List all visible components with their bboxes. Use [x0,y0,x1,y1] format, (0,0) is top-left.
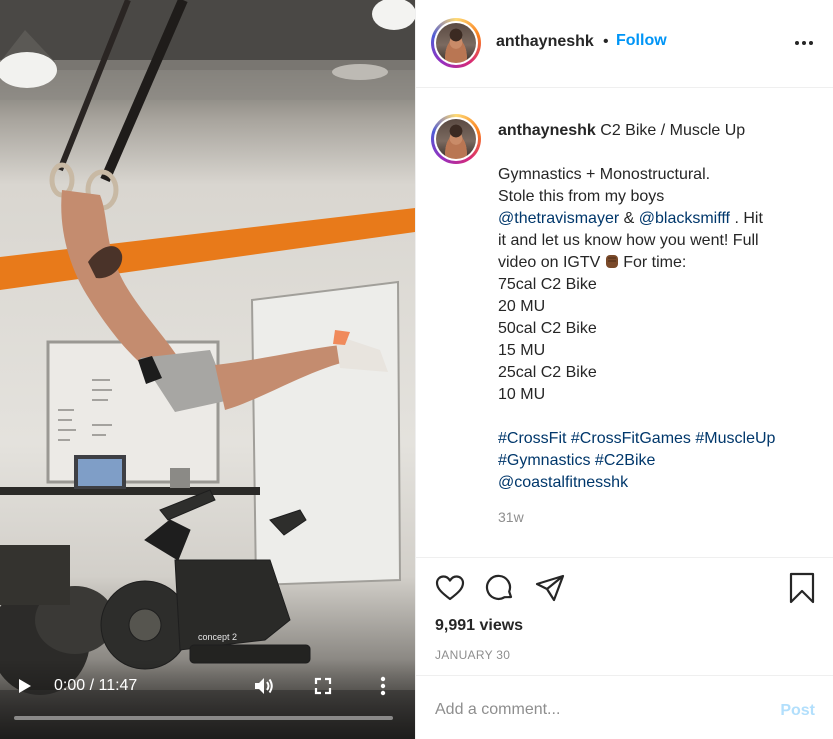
mention-link[interactable]: @blacksmifff [639,210,730,227]
header-username[interactable]: anthayneshk [496,33,594,51]
workout-item: 75cal C2 Bike [498,276,597,293]
post-comment-button[interactable]: Post [780,702,815,720]
workout-item: 20 MU [498,298,546,315]
caption-amp: & [623,210,635,227]
header-separator: • [603,33,609,50]
more-horizontal-icon [795,41,813,45]
video-player[interactable]: concept 2 0:00 / 11:47 [0,0,415,739]
share-icon [535,574,565,602]
volume-button[interactable] [252,674,276,698]
caption-line: Stole this from my boys [498,188,665,205]
avatar[interactable] [431,18,481,68]
workout-item: 15 MU [498,342,546,359]
caption-text-fragment: video on IGTV [498,254,601,271]
workout-item: 50cal C2 Bike [498,320,597,337]
caption-avatar[interactable] [431,114,481,164]
hashtag-link[interactable]: #CrossFitGames [571,430,691,447]
comment-form: Post [416,675,833,739]
follow-button[interactable]: Follow [616,32,667,50]
share-button[interactable] [534,572,566,604]
caption-username[interactable]: anthayneshk [498,122,596,139]
post-actions [416,558,833,618]
caption-text-fragment: For time: [623,254,687,271]
volume-icon [255,678,273,694]
play-button[interactable] [14,676,34,696]
caption-text: anthayneshk C2 Bike / Muscle Up Gymnasti… [498,120,818,494]
post-panel: anthayneshk • Follow anthayneshk C2 Bike… [415,0,833,739]
caption-line: Gymnastics + Monostructural. [498,166,711,183]
hashtag-link[interactable]: #MuscleUp [695,430,775,447]
mention-link[interactable]: @coastalfitnesshk [498,474,628,491]
view-count[interactable]: 9,991 views [435,617,523,635]
save-button[interactable] [786,572,818,604]
video-more-button[interactable] [377,675,389,697]
comment-input[interactable] [435,698,755,722]
hashtag-link[interactable]: #Gymnastics [498,452,590,469]
options-button[interactable] [793,34,815,52]
caption-line: it and let us know how you went! Full [498,232,759,249]
video-progress-bar[interactable] [14,716,393,720]
play-icon [19,679,31,693]
video-frame: concept 2 [0,0,415,739]
workout-item: 10 MU [498,386,546,403]
post-header: anthayneshk • Follow [416,0,833,88]
caption-text-fragment: . Hit [734,210,763,227]
profile-photo [436,119,476,159]
video-controls [0,659,415,739]
heart-icon [435,575,465,601]
caption-title: C2 Bike / Muscle Up [600,122,746,139]
fullscreen-button[interactable] [313,676,333,696]
workout-item: 25cal C2 Bike [498,364,597,381]
fullscreen-icon [314,677,332,695]
bookmark-icon [789,572,815,604]
comment-button[interactable] [484,572,516,604]
like-button[interactable] [434,572,466,604]
profile-photo [436,23,476,63]
bike-brand-text: concept 2 [198,632,237,642]
caption-area: anthayneshk C2 Bike / Muscle Up Gymnasti… [416,88,833,558]
post-date[interactable]: JANUARY 30 [435,648,510,662]
more-vertical-icon [380,676,386,696]
hashtag-link[interactable]: #C2Bike [595,452,655,469]
comment-icon [485,574,513,600]
hashtag-link[interactable]: #CrossFit [498,430,566,447]
mention-link[interactable]: @thetravismayer [498,210,619,227]
video-time: 0:00 / 11:47 [54,677,138,694]
time-ago[interactable]: 31w [498,509,524,525]
fist-emoji-icon [605,255,618,268]
